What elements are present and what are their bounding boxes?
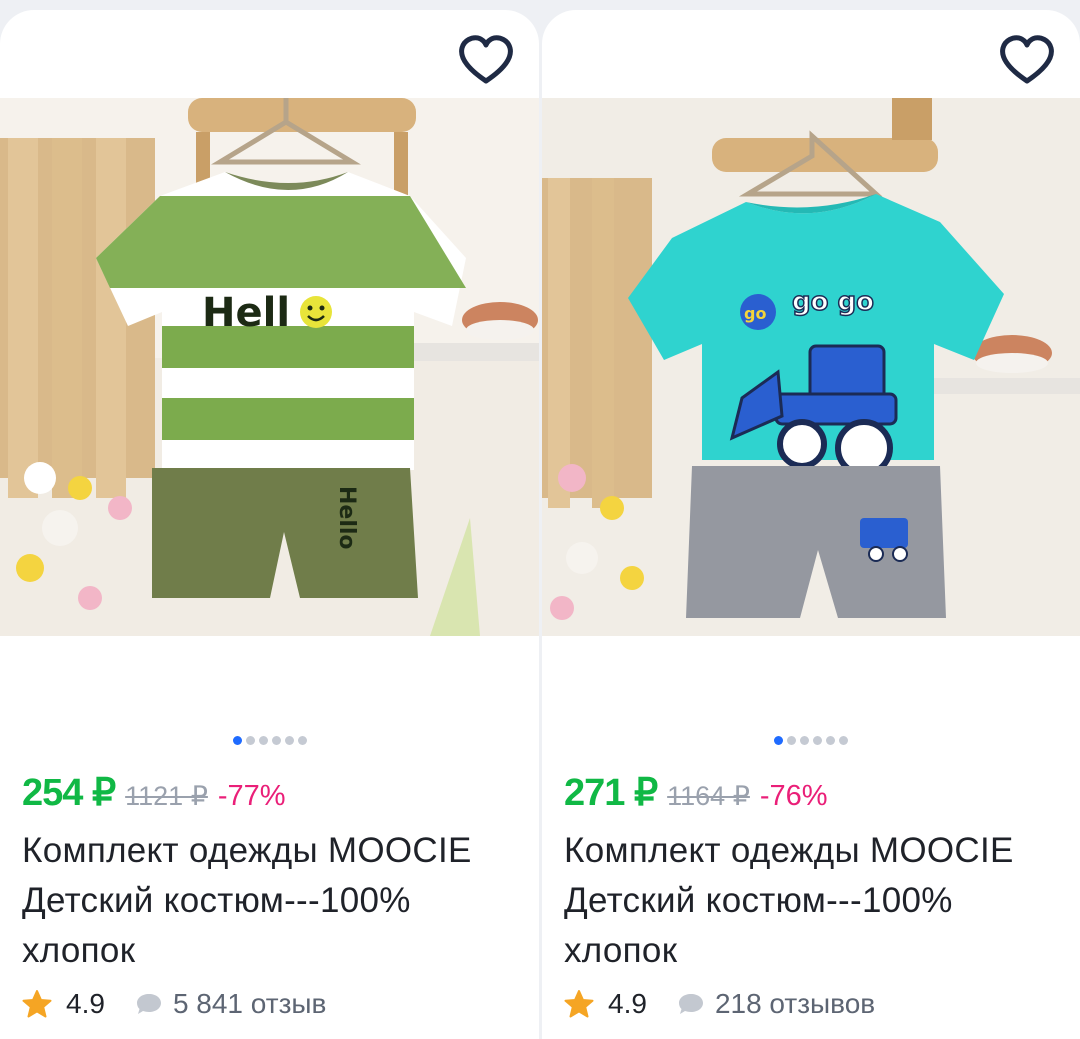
carousel-dot[interactable] — [826, 736, 835, 745]
carousel-dot[interactable] — [258, 736, 268, 745]
carousel-dot[interactable] — [232, 736, 242, 745]
rating-value: 4.9 — [66, 988, 105, 1019]
favorite-button[interactable] — [455, 32, 517, 88]
carousel-dot[interactable] — [271, 736, 281, 745]
product-title[interactable]: Комплект одежды MOOCIE Детский костюм---… — [22, 826, 522, 976]
carousel-dot[interactable] — [297, 736, 307, 745]
carousel-dot[interactable] — [839, 736, 848, 745]
product-grid: Hell Hello 254 ₽ 1121 ₽ -77% Комплект од… — [0, 0, 1080, 1039]
reviews-count[interactable]: 5 841 отзыв — [173, 988, 326, 1020]
carousel-dot[interactable] — [800, 736, 809, 745]
product-card[interactable]: Hell Hello 254 ₽ 1121 ₽ -77% Комплект од… — [0, 10, 539, 1039]
image-carousel-dots[interactable] — [542, 736, 1080, 745]
reviews-count[interactable]: 218 отзывов — [715, 988, 875, 1020]
rating-row: 4.9 5 841 отзыв — [22, 988, 326, 1020]
rating-value: 4.9 — [608, 988, 647, 1019]
carousel-dot[interactable] — [787, 736, 796, 745]
svg-text:Hell: Hell — [202, 290, 290, 336]
image-carousel-dots[interactable] — [0, 736, 539, 745]
carousel-dot[interactable] — [774, 736, 783, 745]
chat-bubble-icon — [678, 994, 703, 1014]
price-row: 254 ₽ 1121 ₽ -77% — [22, 770, 286, 815]
current-price: 254 ₽ — [22, 772, 116, 814]
rating-row: 4.9 218 отзывов — [564, 988, 875, 1020]
old-price: 1164 ₽ — [667, 781, 750, 811]
discount-badge: -77% — [217, 780, 286, 812]
old-price: 1121 ₽ — [125, 781, 208, 811]
product-title[interactable]: Комплект одежды MOOCIE Детский костюм---… — [564, 826, 1064, 976]
carousel-dot[interactable] — [813, 736, 822, 745]
favorite-button[interactable] — [996, 32, 1058, 88]
star-icon — [564, 990, 594, 1018]
current-price: 271 ₽ — [564, 772, 658, 814]
svg-text:Hello: Hello — [334, 486, 359, 550]
carousel-dot[interactable] — [245, 736, 255, 745]
heart-outline-icon — [1000, 35, 1054, 84]
product-card[interactable]: go go go 271 ₽ 1164 ₽ -76% Комплект одеж… — [542, 10, 1080, 1039]
product-image[interactable]: Hell Hello — [0, 98, 539, 636]
svg-text:go: go — [744, 304, 766, 323]
product-image[interactable]: go go go — [542, 98, 1080, 636]
price-row: 271 ₽ 1164 ₽ -76% — [564, 770, 828, 815]
chat-bubble-icon — [136, 994, 161, 1014]
heart-outline-icon — [459, 35, 513, 84]
discount-badge: -76% — [759, 780, 828, 812]
carousel-dot[interactable] — [284, 736, 294, 745]
svg-text:go go: go go — [792, 287, 874, 317]
star-icon — [22, 990, 52, 1018]
